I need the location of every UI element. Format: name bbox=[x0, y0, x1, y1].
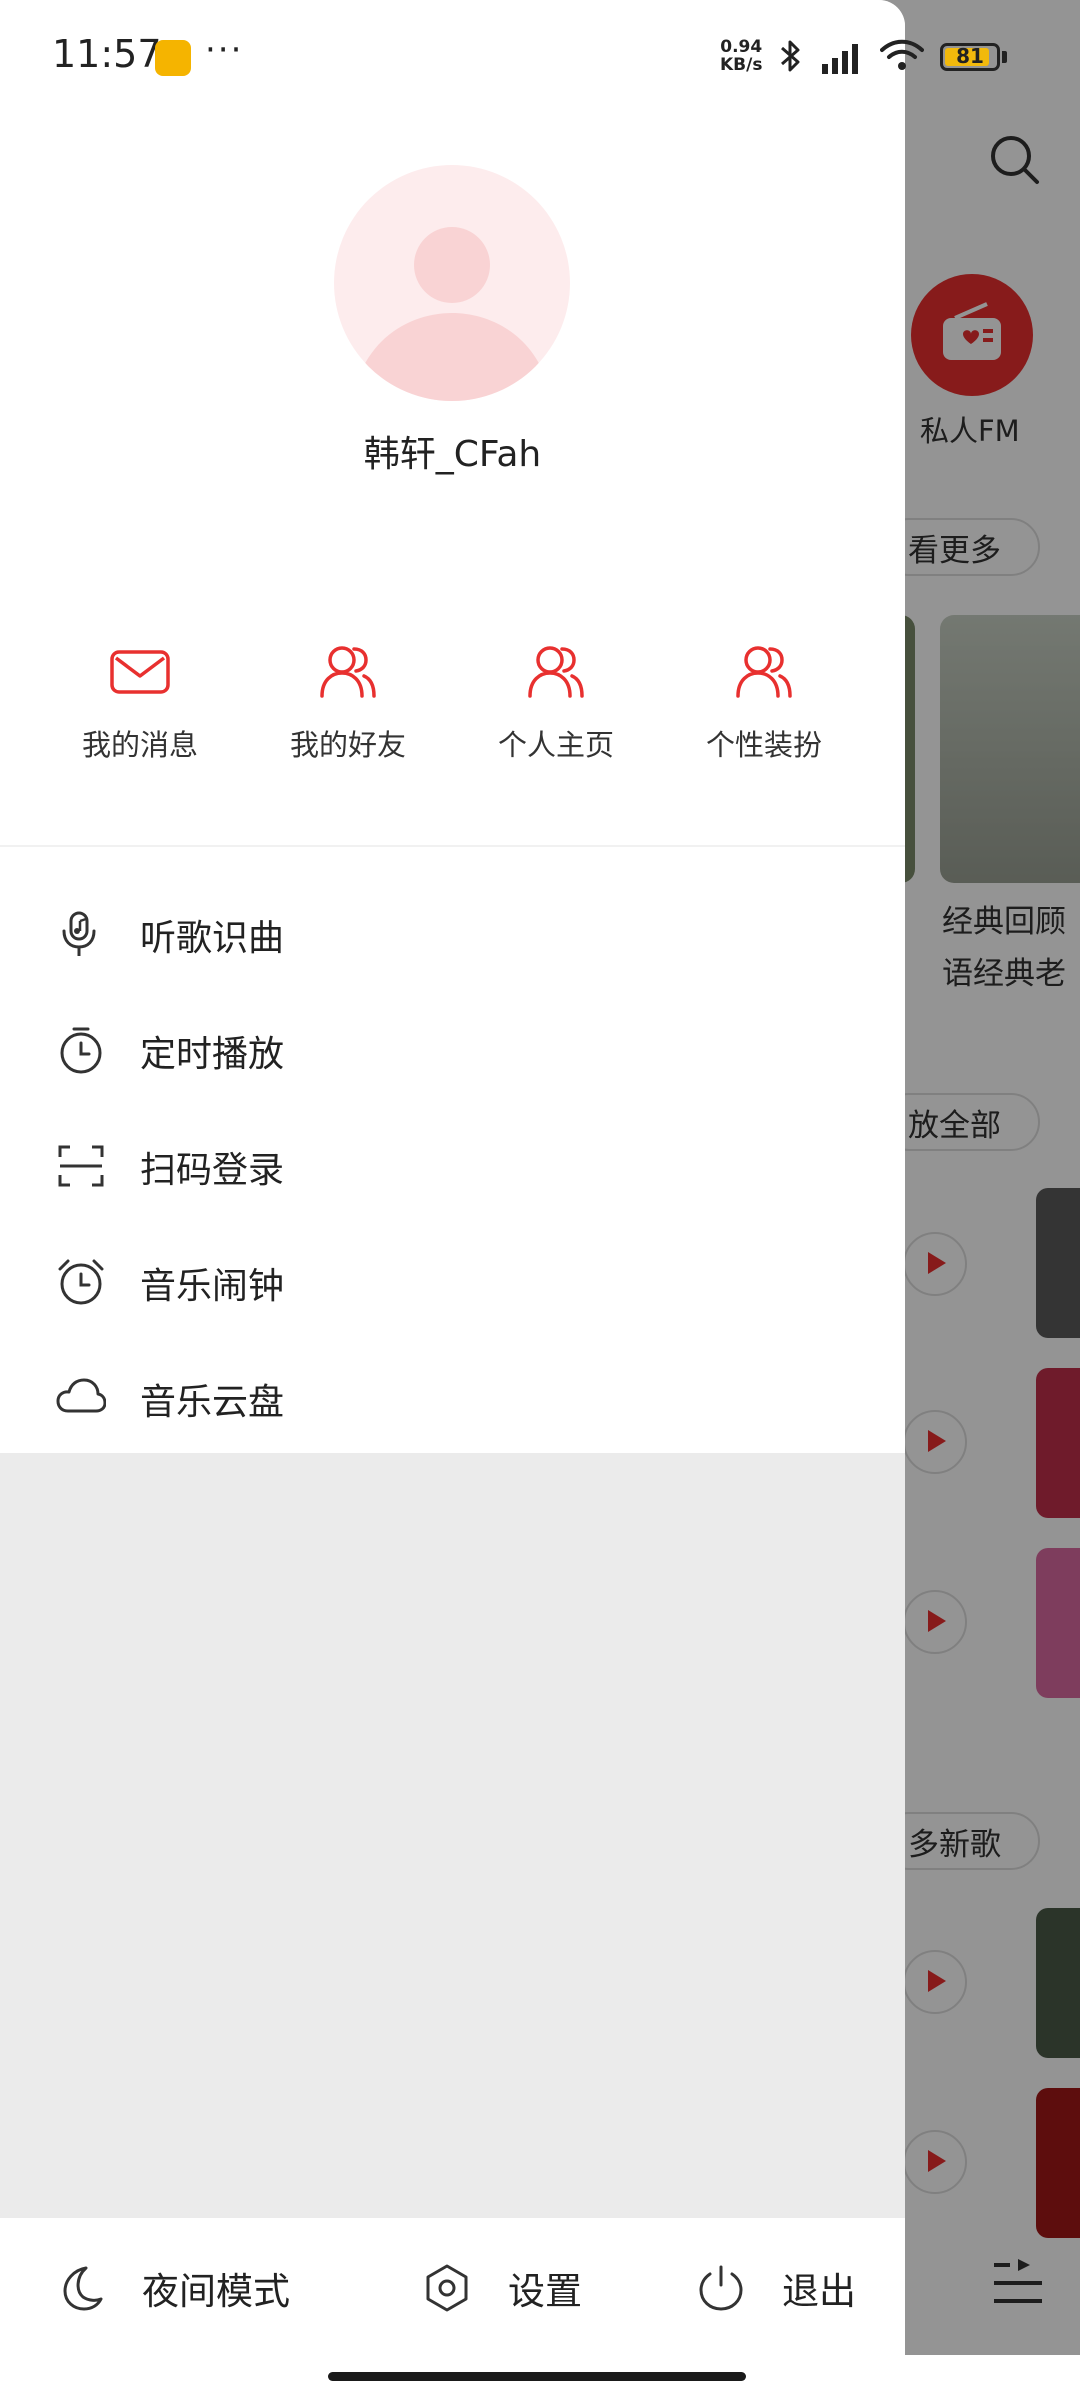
logout-label: 退出 bbox=[782, 2270, 856, 2313]
profile-page-label: 个人主页 bbox=[497, 728, 614, 762]
scan-icon bbox=[58, 1145, 104, 1187]
status-bar: 11:57 ··· 0.94 KB/s 81 bbox=[0, 0, 1080, 110]
notification-app-icon bbox=[155, 40, 191, 76]
friends-icon bbox=[320, 646, 376, 698]
wifi-icon bbox=[880, 39, 924, 70]
profile-icon bbox=[528, 646, 584, 698]
menu-item-music-cloud[interactable]: 音乐云盘 bbox=[0, 1339, 905, 1455]
battery-percent: 81 bbox=[956, 44, 984, 68]
menu-item-scan-login[interactable]: 扫码登录 bbox=[0, 1107, 905, 1223]
my-messages-label: 我的消息 bbox=[81, 728, 198, 762]
my-friends-button[interactable]: 我的好友 bbox=[258, 640, 438, 764]
more-notifications-icon: ··· bbox=[205, 30, 244, 70]
menu-item-song-recognition[interactable]: 听歌识曲 bbox=[0, 875, 905, 991]
signal-icon bbox=[822, 44, 858, 74]
username[interactable]: 韩轩_CFah bbox=[0, 425, 905, 477]
settings-label: 设置 bbox=[508, 2270, 582, 2313]
battery-icon: 81 bbox=[940, 43, 1000, 71]
my-friends-label: 我的好友 bbox=[289, 728, 406, 762]
menu-item-music-alarm[interactable]: 音乐闹钟 bbox=[0, 1223, 905, 1339]
menu-label: 定时播放 bbox=[140, 1034, 285, 1075]
avatar[interactable] bbox=[334, 165, 570, 401]
network-speed-unit: KB/s bbox=[720, 55, 763, 75]
side-drawer: 韩轩_CFah 我的消息 我的好友 个人主页 个性装扮 听歌识曲 定时播放 扫码… bbox=[0, 0, 905, 2355]
my-messages-button[interactable]: 我的消息 bbox=[50, 640, 230, 764]
mic-music-icon bbox=[62, 911, 96, 956]
night-mode-button[interactable]: 夜间模式 bbox=[56, 2258, 290, 2318]
alarm-icon bbox=[58, 1259, 104, 1305]
settings-icon bbox=[426, 2264, 468, 2312]
menu-label: 扫码登录 bbox=[140, 1150, 285, 1191]
logout-button[interactable]: 退出 bbox=[696, 2258, 856, 2318]
moon-icon bbox=[63, 2266, 103, 2311]
timer-icon bbox=[60, 1027, 102, 1074]
clock: 11:57 bbox=[52, 32, 162, 76]
bluetooth-icon bbox=[781, 40, 800, 72]
mail-icon bbox=[110, 650, 170, 694]
home-indicator[interactable] bbox=[328, 2372, 746, 2381]
cloud-icon bbox=[56, 1378, 106, 1413]
battery-tip bbox=[1002, 51, 1007, 63]
theme-button[interactable]: 个性装扮 bbox=[674, 640, 854, 764]
menu-label: 音乐闹钟 bbox=[140, 1266, 285, 1307]
menu-label: 音乐云盘 bbox=[140, 1382, 285, 1423]
profile-page-button[interactable]: 个人主页 bbox=[466, 640, 646, 764]
network-speed-value: 0.94 bbox=[720, 37, 763, 57]
theme-label: 个性装扮 bbox=[705, 728, 822, 762]
menu-item-sleep-timer[interactable]: 定时播放 bbox=[0, 991, 905, 1107]
network-speed: 0.94 KB/s bbox=[720, 38, 762, 74]
menu-label: 听歌识曲 bbox=[140, 918, 285, 959]
drawer-bottom-bar: 夜间模式 设置 退出 bbox=[0, 2218, 905, 2355]
night-mode-label: 夜间模式 bbox=[142, 2270, 290, 2313]
user-icon bbox=[352, 227, 552, 401]
divider bbox=[0, 845, 905, 847]
settings-button[interactable]: 设置 bbox=[422, 2258, 582, 2318]
theme-icon bbox=[736, 646, 792, 698]
power-icon bbox=[699, 2265, 743, 2311]
